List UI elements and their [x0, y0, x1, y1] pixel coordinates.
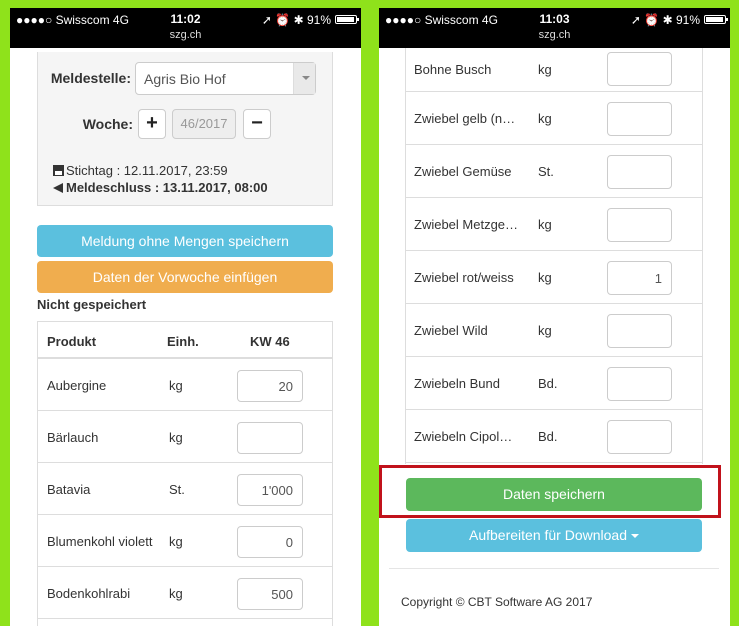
quantity-input[interactable]: [607, 155, 672, 189]
quantity-input[interactable]: [607, 102, 672, 136]
table-row: Bärlauch kg: [38, 412, 332, 463]
url-label: szg.ch: [538, 29, 571, 41]
calendar-icon: [53, 165, 64, 176]
product-unit: kg: [169, 586, 183, 601]
product-unit: Bd.: [538, 376, 558, 391]
meldeschluss-text: Meldeschluss : 13.11.2017, 08:00: [66, 180, 268, 195]
table-row: Bodenkohlrabi kg 500: [38, 568, 332, 619]
footer-divider: [389, 568, 719, 569]
product-name: Bärlauch: [47, 430, 99, 445]
quantity-input[interactable]: [237, 422, 303, 454]
table-row: Batavia St. 1'000: [38, 464, 332, 515]
week-minus-button[interactable]: −: [243, 109, 271, 139]
table-row: Bohne Busch kg: [406, 48, 702, 92]
meldestelle-label: Meldestelle:: [50, 70, 131, 86]
battery-icon: [704, 15, 728, 24]
product-name: Zwiebel Wild: [414, 323, 488, 338]
table-header: Produkt Einh. KW 46: [38, 322, 332, 359]
product-name: Zwiebel gelb (n…: [414, 111, 516, 126]
product-unit: kg: [538, 217, 552, 232]
table-row: Zwiebel rot/weiss kg 1: [406, 251, 702, 304]
table-row: Zwiebel gelb (n… kg: [406, 92, 702, 145]
download-button-label: Aufbereiten für Download: [469, 527, 627, 543]
bullhorn-icon: [53, 183, 63, 193]
unsaved-status: Nicht gespeichert: [37, 297, 147, 312]
quantity-input[interactable]: [607, 52, 672, 86]
product-name: Zwiebel rot/weiss: [414, 270, 514, 285]
phone-screen-right: ●●●●○ Swisscom 4G 11:03 szg.ch ➚ ⏰ ✱ 91%…: [379, 8, 730, 626]
product-name: Aubergine: [47, 378, 107, 393]
status-icons: ➚ ⏰ ✱ 91%: [261, 13, 331, 27]
caret-down-icon: [631, 534, 639, 538]
battery-icon: [335, 15, 359, 24]
table-row: Zwiebeln Bund Bd.: [406, 357, 702, 410]
stichtag-text: Stichtag : 12.11.2017, 23:59: [66, 163, 228, 178]
week-plus-button[interactable]: +: [138, 109, 166, 139]
url-label: szg.ch: [169, 29, 202, 41]
product-unit: kg: [169, 378, 183, 393]
quantity-input[interactable]: 20: [237, 370, 303, 402]
week-input[interactable]: 46/2017: [172, 109, 236, 139]
product-name: Blumenkohl violett: [47, 534, 153, 549]
table-row: Zwiebel Wild kg: [406, 304, 702, 357]
table-row: Aubergine kg 20: [38, 360, 332, 411]
quantity-input[interactable]: 0: [237, 526, 303, 558]
stichtag-line: Stichtag : 12.11.2017, 23:59: [53, 163, 228, 178]
product-unit: kg: [538, 111, 552, 126]
meldeschluss-line: Meldeschluss : 13.11.2017, 08:00: [53, 180, 268, 195]
product-table: Bohne Busch kg Zwiebel gelb (n… kg Zwieb…: [405, 48, 703, 464]
table-row: Zwiebel Gemüse St.: [406, 145, 702, 198]
insert-previous-week-button[interactable]: Daten der Vorwoche einfügen: [37, 261, 333, 293]
product-name: Zwiebel Metzge…: [414, 217, 519, 232]
product-unit: kg: [169, 534, 183, 549]
quantity-input[interactable]: [607, 420, 672, 454]
product-name: Zwiebeln Bund: [414, 376, 500, 391]
header-product: Produkt: [47, 334, 97, 349]
product-unit: Bd.: [538, 429, 558, 444]
status-icons: ➚ ⏰ ✱ 91%: [630, 13, 700, 27]
product-table: Produkt Einh. KW 46 Aubergine kg 20 Bärl…: [37, 321, 333, 626]
highlight-box: [379, 465, 721, 518]
copyright-text: Copyright © CBT Software AG 2017: [401, 595, 593, 609]
product-unit: kg: [538, 62, 552, 77]
woche-label: Woche:: [82, 116, 133, 132]
product-name: Zwiebeln Cipol…: [414, 429, 513, 444]
meldestelle-select[interactable]: Agris Bio Hof: [135, 62, 316, 95]
product-name: Bohne Busch: [414, 62, 492, 77]
product-unit: St.: [169, 482, 185, 497]
table-row: Blumenkohl violett kg 0: [38, 516, 332, 567]
quantity-input[interactable]: [607, 314, 672, 348]
table-row: Zwiebel Metzge… kg: [406, 198, 702, 251]
product-unit: St.: [538, 164, 554, 179]
product-unit: kg: [538, 323, 552, 338]
quantity-input[interactable]: [607, 208, 672, 242]
report-settings-panel: Meldestelle: Agris Bio Hof Woche: + 46/2…: [37, 52, 333, 206]
chevron-down-icon: [293, 63, 315, 94]
header-unit: Einh.: [167, 334, 199, 349]
product-unit: kg: [538, 270, 552, 285]
header-week: KW 46: [250, 334, 290, 349]
product-unit: kg: [169, 430, 183, 445]
status-bar: ●●●●○ Swisscom 4G 11:02 szg.ch ➚ ⏰ ✱ 91%: [10, 8, 361, 48]
prepare-download-button[interactable]: Aufbereiten für Download: [406, 519, 702, 552]
quantity-input[interactable]: [607, 367, 672, 401]
table-row: Zwiebeln Cipol… Bd.: [406, 410, 702, 463]
meldestelle-value: Agris Bio Hof: [144, 71, 226, 87]
quantity-input[interactable]: 1: [607, 261, 672, 295]
save-without-quantities-button[interactable]: Meldung ohne Mengen speichern: [37, 225, 333, 257]
status-bar: ●●●●○ Swisscom 4G 11:03 szg.ch ➚ ⏰ ✱ 91%: [379, 8, 730, 48]
product-name: Batavia: [47, 482, 91, 497]
product-name: Bodenkohlrabi: [47, 586, 131, 601]
phone-screen-left: ●●●●○ Swisscom 4G 11:02 szg.ch ➚ ⏰ ✱ 91%…: [10, 8, 361, 626]
quantity-input[interactable]: 500: [237, 578, 303, 610]
product-name: Zwiebel Gemüse: [414, 164, 512, 179]
quantity-input[interactable]: 1'000: [237, 474, 303, 506]
